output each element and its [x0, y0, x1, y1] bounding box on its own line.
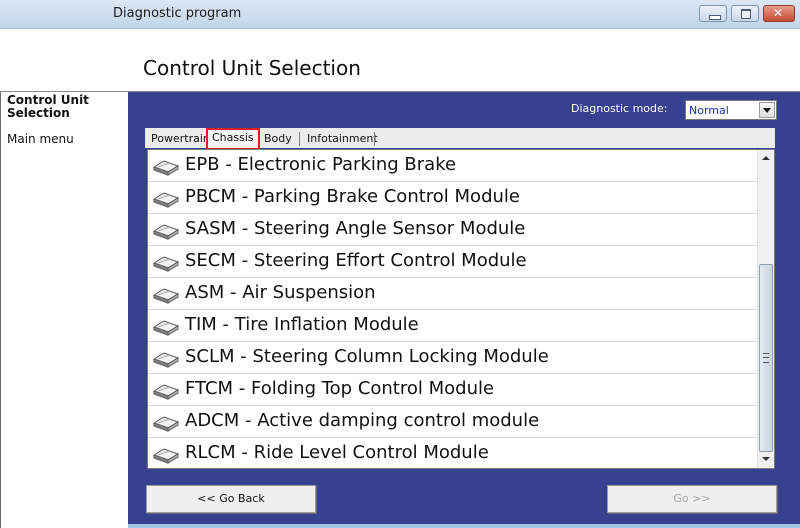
tab-separator	[374, 132, 375, 146]
module-list-item[interactable]: PBCM - Parking Brake Control Module	[148, 182, 774, 214]
maximize-button[interactable]	[731, 5, 759, 22]
tab-infotainment[interactable]: Infotainment	[303, 130, 382, 147]
module-list-item[interactable]: SECM - Steering Effort Control Module	[148, 246, 774, 278]
tab-body[interactable]: Body	[260, 130, 296, 147]
module-list-item[interactable]: SCLM - Steering Column Locking Module	[148, 342, 774, 374]
tab-chassis[interactable]: Chassis	[206, 128, 260, 150]
module-list: EPB - Electronic Parking Brake PBCM - Par…	[147, 149, 775, 469]
control-unit-icon	[152, 190, 180, 208]
module-label: ASM - Air Suspension	[185, 282, 376, 303]
control-unit-icon	[152, 382, 180, 400]
scroll-up-icon[interactable]	[758, 150, 774, 167]
module-label: RLCM - Ride Level Control Module	[185, 442, 489, 463]
module-label: EPB - Electronic Parking Brake	[185, 154, 457, 175]
category-tabs: Powertrain Chassis Body Infotainment	[145, 128, 775, 150]
module-label: SECM - Steering Effort Control Module	[185, 250, 527, 271]
control-unit-icon	[152, 286, 180, 304]
go-button[interactable]: Go >>	[607, 485, 777, 513]
scroll-down-icon[interactable]	[758, 451, 774, 468]
module-list-item[interactable]: EPB - Electronic Parking Brake	[148, 150, 774, 182]
tab-powertrain[interactable]: Powertrain	[147, 130, 214, 147]
diagnostic-mode-select[interactable]: Normal	[685, 100, 777, 120]
sidebar: Control Unit Selection Main menu	[0, 92, 129, 528]
module-label: SASM - Steering Angle Sensor Module	[185, 218, 526, 239]
module-label: TIM - Tire Inflation Module	[185, 314, 419, 335]
control-unit-icon	[152, 318, 180, 336]
diagnostic-mode-value: Normal	[689, 104, 729, 117]
control-unit-icon	[152, 350, 180, 368]
bottom-border	[128, 524, 800, 528]
go-back-button[interactable]: << Go Back	[146, 485, 316, 513]
module-list-item[interactable]: SASM - Steering Angle Sensor Module	[148, 214, 774, 246]
close-button[interactable]	[763, 5, 795, 22]
grip-icon	[763, 353, 769, 363]
module-list-item[interactable]: ASM - Air Suspension	[148, 278, 774, 310]
control-unit-icon	[152, 222, 180, 240]
module-list-item[interactable]: TIM - Tire Inflation Module	[148, 310, 774, 342]
window-title: Diagnostic program	[113, 6, 242, 21]
scrollbar-thumb[interactable]	[759, 264, 773, 452]
module-list-item[interactable]: RLCM - Ride Level Control Module	[148, 438, 774, 468]
module-list-item[interactable]: ADCM - Active damping control module	[148, 406, 774, 438]
page-title: Control Unit Selection	[143, 56, 361, 80]
sidebar-item-main-menu[interactable]: Main menu	[7, 132, 74, 146]
control-unit-icon	[152, 158, 180, 176]
module-label: SCLM - Steering Column Locking Module	[185, 346, 549, 367]
control-unit-icon	[152, 254, 180, 272]
main-panel: Diagnostic mode: Normal Powertrain Chass…	[128, 92, 800, 528]
minimize-button[interactable]	[699, 5, 727, 22]
chevron-down-icon[interactable]	[759, 102, 775, 118]
control-unit-icon	[152, 414, 180, 432]
header	[0, 29, 800, 91]
list-scrollbar[interactable]	[757, 150, 774, 468]
module-label: PBCM - Parking Brake Control Module	[185, 186, 520, 207]
title-bar: Diagnostic program	[0, 0, 800, 29]
control-unit-icon	[152, 446, 180, 464]
tab-separator	[299, 132, 300, 146]
module-label: ADCM - Active damping control module	[185, 410, 540, 431]
sidebar-current-page: Control Unit Selection	[7, 93, 89, 120]
module-label: FTCM - Folding Top Control Module	[185, 378, 495, 399]
module-list-item[interactable]: FTCM - Folding Top Control Module	[148, 374, 774, 406]
diagnostic-mode-label: Diagnostic mode:	[571, 102, 668, 115]
